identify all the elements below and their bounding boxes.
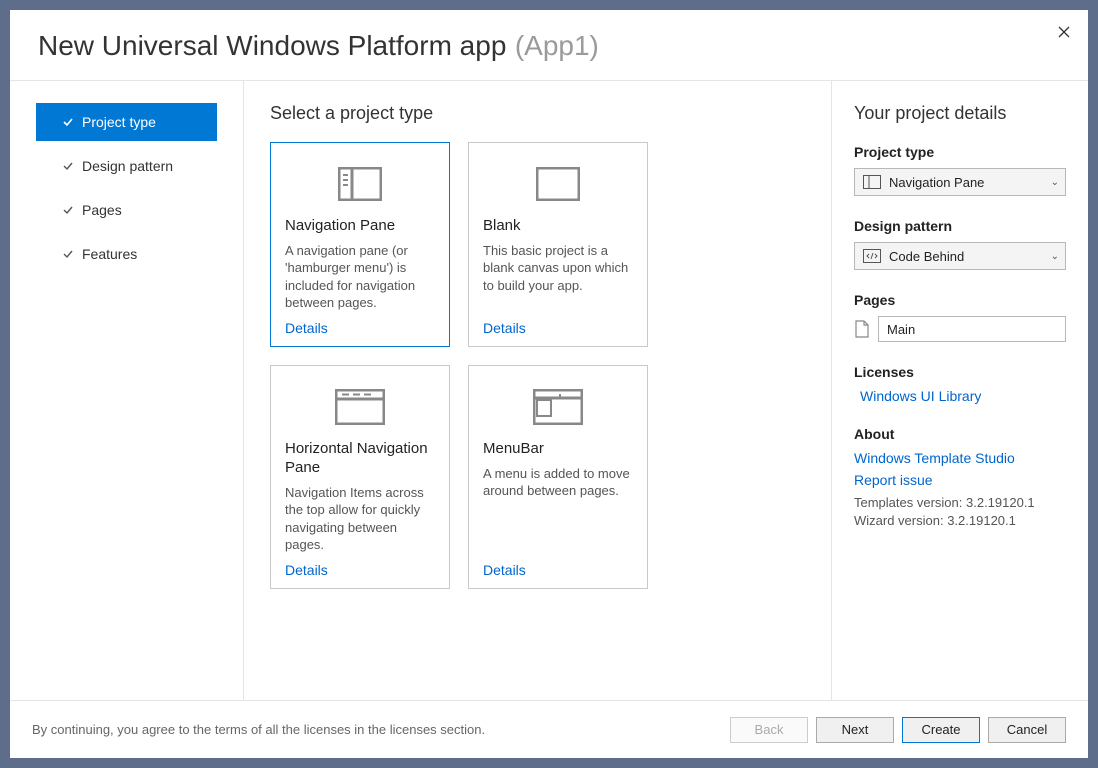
card-navigation-pane[interactable]: Navigation Pane A navigation pane (or 'h… [270, 142, 450, 347]
about-link-template-studio[interactable]: Windows Template Studio [854, 450, 1066, 466]
about-link-report-issue[interactable]: Report issue [854, 472, 1066, 488]
section-about: About Windows Template Studio Report iss… [854, 426, 1066, 530]
card-details-link[interactable]: Details [483, 320, 633, 336]
dialog-subtitle: (App1) [515, 30, 599, 61]
card-menubar[interactable]: MenuBar A menu is added to move around b… [468, 365, 648, 589]
page-icon [854, 320, 870, 338]
navigation-pane-icon [861, 175, 883, 189]
project-type-label: Project type [854, 144, 1066, 160]
step-label: Design pattern [82, 158, 173, 174]
check-icon [62, 160, 76, 172]
card-title: Blank [483, 217, 633, 236]
step-label: Pages [82, 202, 122, 218]
code-behind-icon [861, 249, 883, 263]
page-row: Main [854, 316, 1066, 342]
about-label: About [854, 426, 1066, 442]
design-pattern-value: Code Behind [883, 249, 1051, 264]
footer: By continuing, you agree to the terms of… [10, 700, 1088, 758]
licenses-label: Licenses [854, 364, 1066, 380]
step-label: Project type [82, 114, 156, 130]
card-details-link[interactable]: Details [285, 562, 435, 578]
license-link[interactable]: Windows UI Library [860, 388, 1066, 404]
project-type-select[interactable]: Navigation Pane ⌄ [854, 168, 1066, 196]
chevron-down-icon: ⌄ [1051, 251, 1059, 262]
templates-version: Templates version: 3.2.19120.1 [854, 494, 1066, 512]
steps-sidebar: Project type Design pattern Pages Featur… [10, 81, 244, 700]
close-button[interactable] [1050, 18, 1078, 46]
wizard-version: Wizard version: 3.2.19120.1 [854, 512, 1066, 530]
footer-disclaimer: By continuing, you agree to the terms of… [32, 722, 722, 737]
main-heading: Select a project type [270, 103, 805, 124]
card-title: Navigation Pane [285, 217, 435, 236]
card-blank[interactable]: Blank This basic project is a blank canv… [468, 142, 648, 347]
cancel-button[interactable]: Cancel [988, 717, 1066, 743]
card-description: This basic project is a blank canvas upo… [483, 242, 633, 312]
design-pattern-label: Design pattern [854, 218, 1066, 234]
check-icon [62, 204, 76, 216]
card-title: MenuBar [483, 440, 633, 459]
page-name[interactable]: Main [878, 316, 1066, 342]
menubar-icon [483, 380, 633, 434]
step-features[interactable]: Features [36, 235, 217, 273]
project-type-cards: Navigation Pane A navigation pane (or 'h… [270, 142, 805, 589]
blank-icon [483, 157, 633, 211]
project-details-panel: Your project details Project type Naviga… [832, 81, 1088, 700]
card-details-link[interactable]: Details [285, 320, 435, 336]
card-description: Navigation Items across the top allow fo… [285, 484, 435, 554]
details-heading: Your project details [854, 103, 1066, 124]
check-icon [62, 116, 76, 128]
section-design-pattern: Design pattern Code Behind ⌄ [854, 218, 1066, 270]
section-licenses: Licenses Windows UI Library [854, 364, 1066, 404]
card-description: A menu is added to move around between p… [483, 465, 633, 554]
card-horizontal-navigation-pane[interactable]: Horizontal Navigation Pane Navigation It… [270, 365, 450, 589]
chevron-down-icon: ⌄ [1051, 177, 1059, 188]
create-button[interactable]: Create [902, 717, 980, 743]
main-content: Select a project type Navigation Pane A … [244, 81, 832, 700]
project-type-value: Navigation Pane [883, 175, 1051, 190]
step-pages[interactable]: Pages [36, 191, 217, 229]
design-pattern-select[interactable]: Code Behind ⌄ [854, 242, 1066, 270]
back-button: Back [730, 717, 808, 743]
section-project-type: Project type Navigation Pane ⌄ [854, 144, 1066, 196]
pages-label: Pages [854, 292, 1066, 308]
navigation-pane-icon [285, 157, 435, 211]
close-icon [1058, 26, 1070, 38]
step-design-pattern[interactable]: Design pattern [36, 147, 217, 185]
step-project-type[interactable]: Project type [36, 103, 217, 141]
section-pages: Pages Main [854, 292, 1066, 342]
card-details-link[interactable]: Details [483, 562, 633, 578]
dialog-window: New Universal Windows Platform app (App1… [10, 10, 1088, 758]
dialog-body: Project type Design pattern Pages Featur… [10, 81, 1088, 700]
card-title: Horizontal Navigation Pane [285, 440, 435, 478]
check-icon [62, 248, 76, 260]
step-label: Features [82, 246, 137, 262]
card-description: A navigation pane (or 'hamburger menu') … [285, 242, 435, 312]
dialog-title: New Universal Windows Platform app [38, 30, 506, 61]
next-button[interactable]: Next [816, 717, 894, 743]
horizontal-nav-icon [285, 380, 435, 434]
title-bar: New Universal Windows Platform app (App1… [10, 10, 1088, 81]
